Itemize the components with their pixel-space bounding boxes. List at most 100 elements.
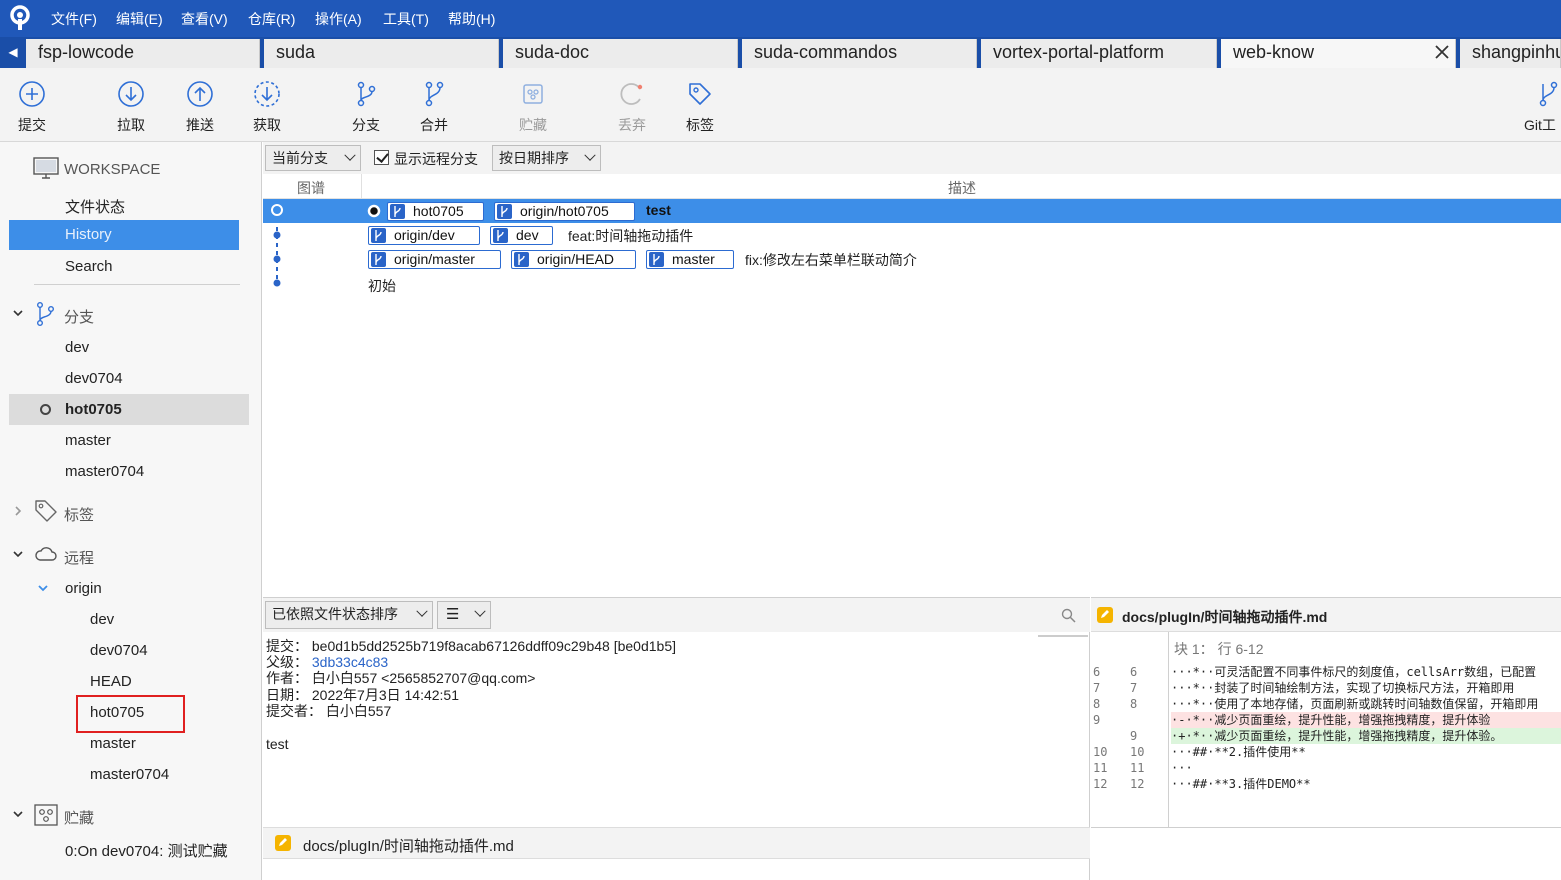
commit-message: feat:时间轴拖动插件 xyxy=(568,228,694,244)
menu-actions[interactable]: 操作(A) xyxy=(315,9,362,29)
diff-line: 7 7 ···*··封装了时间轴绘制方法，实现了切换标尺方法，开箱即用 xyxy=(1093,681,1515,695)
push-button[interactable]: 推送 xyxy=(170,68,230,142)
discard-button[interactable]: 丢弃 xyxy=(602,68,662,142)
date-label: 日期： xyxy=(266,687,308,703)
branch-button[interactable]: 分支 xyxy=(336,68,396,142)
commit-button[interactable]: 提交 xyxy=(2,68,62,142)
sidebar-item-history[interactable]: History xyxy=(9,220,239,250)
branch-icon xyxy=(497,204,512,219)
stash-item[interactable]: 0:On dev0704: 测试贮藏 xyxy=(65,840,228,861)
chevron-down-icon[interactable] xyxy=(12,307,24,319)
diff-file-header: docs/plugIn/时间轴拖动插件.md xyxy=(1091,598,1561,632)
remote-branch-master[interactable]: master xyxy=(90,735,136,752)
date-value: 2022年7月3日 14:42:51 xyxy=(311,687,459,703)
chevron-right-icon[interactable] xyxy=(12,505,24,517)
fetch-button[interactable]: 获取 xyxy=(237,68,297,142)
menu-edit[interactable]: 编辑(E) xyxy=(116,9,163,29)
remotes-header[interactable]: 远程 xyxy=(64,547,94,568)
ref-label: origin/dev xyxy=(394,227,455,243)
tab-suda-doc[interactable]: suda-doc xyxy=(503,39,738,68)
search-icon[interactable] xyxy=(1061,608,1076,623)
view-mode-dropdown[interactable]: ☰ xyxy=(437,601,491,629)
tab-scroll-left-icon[interactable]: ◀ xyxy=(0,37,26,68)
chevron-down-icon[interactable] xyxy=(12,808,24,820)
commit-row[interactable]: 初始 xyxy=(263,271,1561,295)
description-column-header[interactable]: 描述 xyxy=(948,178,976,198)
menu-repository[interactable]: 仓库(R) xyxy=(248,9,295,29)
branch-icon xyxy=(371,252,386,267)
commit-row[interactable]: origin/master origin/HEAD master fix:修改左… xyxy=(263,247,1561,271)
column-divider[interactable] xyxy=(361,174,362,199)
remote-branch-master0704[interactable]: master0704 xyxy=(90,766,169,783)
chevron-down-icon[interactable] xyxy=(37,582,49,594)
arrow-up-circle-icon xyxy=(187,81,213,107)
tab-web-know[interactable]: web-know xyxy=(1221,39,1456,68)
commit-row[interactable]: hot0705 origin/hot0705 test xyxy=(263,199,1561,223)
branches-header[interactable]: 分支 xyxy=(64,306,94,327)
history-column-header: 图谱 描述 xyxy=(263,174,1561,199)
branch-item-dev0704[interactable]: dev0704 xyxy=(65,370,123,387)
tags-header[interactable]: 标签 xyxy=(64,504,94,525)
modified-file-icon xyxy=(1097,607,1113,623)
branch-item-dev[interactable]: dev xyxy=(65,339,89,356)
parent-row: 父级： 3db33c4c83 xyxy=(266,654,388,670)
commit-row[interactable]: origin/dev dev feat:时间轴拖动插件 xyxy=(263,223,1561,247)
pull-button[interactable]: 拉取 xyxy=(101,68,161,142)
ref-badge[interactable]: origin/hot0705 xyxy=(494,202,635,221)
tab-fsp-lowcode[interactable]: fsp-lowcode xyxy=(26,39,260,68)
search-underline xyxy=(1038,635,1088,637)
ref-badge[interactable]: origin/HEAD xyxy=(511,250,636,269)
merge-label: 合并 xyxy=(420,117,448,133)
branch-item-master0704[interactable]: master0704 xyxy=(65,463,144,480)
diff-bottom-border xyxy=(1091,827,1561,828)
branch-item-master[interactable]: master xyxy=(65,432,111,449)
chevron-down-icon[interactable] xyxy=(12,548,24,560)
stash-button[interactable]: 贮藏 xyxy=(503,68,563,142)
diff-lines: 6 6 ···*··可灵活配置不同事件标尺的刻度值，cellsArr数组，已配置 7… xyxy=(1091,664,1561,860)
ref-badge[interactable]: hot0705 xyxy=(387,202,484,221)
merge-button[interactable]: 合并 xyxy=(404,68,464,142)
git-flow-button[interactable]: Git工 xyxy=(1522,68,1561,142)
menu-view[interactable]: 查看(V) xyxy=(181,9,228,29)
tab-shangpinhu[interactable]: shangpinhu xyxy=(1460,39,1561,68)
parent-link[interactable]: 3db33c4c83 xyxy=(312,654,388,670)
remote-branch-head[interactable]: HEAD xyxy=(90,673,132,690)
remote-branch-dev[interactable]: dev xyxy=(90,611,114,628)
git-flow-label: Git工 xyxy=(1524,117,1556,133)
branch-scope-value: 当前分支 xyxy=(272,150,328,166)
menu-help[interactable]: 帮助(H) xyxy=(448,9,495,29)
chevron-down-icon xyxy=(344,149,356,161)
ref-badge[interactable]: dev xyxy=(490,226,553,245)
branch-icon xyxy=(649,252,664,267)
menu-tools[interactable]: 工具(T) xyxy=(383,9,429,29)
close-icon[interactable] xyxy=(1433,43,1451,61)
branch-icon xyxy=(514,252,529,267)
stashes-header[interactable]: 贮藏 xyxy=(64,807,94,828)
menu-file[interactable]: 文件(F) xyxy=(51,9,97,29)
tag-icon xyxy=(689,83,711,105)
git-flow-icon xyxy=(1539,81,1558,107)
branch-scope-dropdown[interactable]: 当前分支 xyxy=(265,145,361,171)
remote-origin[interactable]: origin xyxy=(65,580,102,597)
file-sort-dropdown[interactable]: 已依照文件状态排序 xyxy=(265,601,433,629)
sidebar-item-file-status[interactable]: 文件状态 xyxy=(65,196,125,217)
tab-suda-commandos[interactable]: suda-commandos xyxy=(742,39,977,68)
branch-icon xyxy=(493,228,508,243)
hunk-header: 块 1： 行 6-12 xyxy=(1174,641,1264,657)
list-icon: ☰ xyxy=(446,606,460,623)
ref-badge[interactable]: master xyxy=(646,250,734,269)
ref-badge[interactable]: origin/master xyxy=(368,250,501,269)
sort-dropdown[interactable]: 按日期排序 xyxy=(492,145,601,171)
sidebar-item-search[interactable]: Search xyxy=(65,258,113,275)
ref-badge[interactable]: origin/dev xyxy=(368,226,480,245)
committer-label: 提交者： xyxy=(266,703,322,719)
discard-label: 丢弃 xyxy=(618,117,646,133)
graph-column-header[interactable]: 图谱 xyxy=(297,178,325,198)
show-remote-checkbox[interactable] xyxy=(374,150,389,165)
chevron-down-icon xyxy=(474,605,486,617)
changed-file-row[interactable]: docs/plugIn/时间轴拖动插件.md xyxy=(263,827,1090,859)
remote-branch-dev0704[interactable]: dev0704 xyxy=(90,642,148,659)
tab-vortex-portal-platform[interactable]: vortex-portal-platform xyxy=(981,39,1217,68)
tag-button[interactable]: 标签 xyxy=(670,68,730,142)
tab-suda[interactable]: suda xyxy=(264,39,499,68)
